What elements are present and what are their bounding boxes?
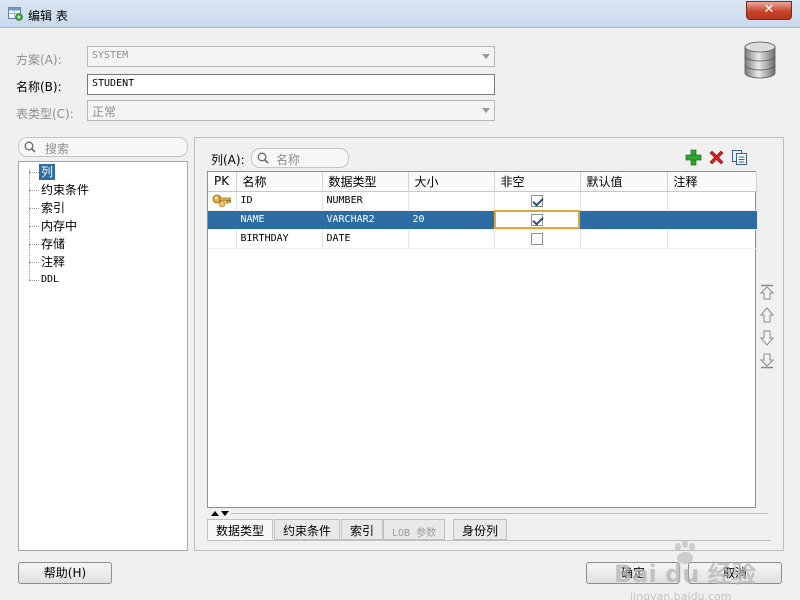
comment-cell[interactable] (667, 229, 757, 249)
primary-key-icon (212, 194, 231, 207)
collapse-arrows-icon[interactable] (209, 510, 231, 518)
nav-tree: 列 约束条件 索引 内存中 存储 注释 DDL (18, 161, 188, 551)
move-to-top-icon[interactable] (758, 283, 776, 301)
nav-item-in-memory[interactable]: 内存中 (41, 218, 77, 234)
datatype-cell[interactable]: DATE (322, 229, 409, 249)
col-header-default[interactable]: 默认值 (580, 172, 668, 192)
move-to-bottom-icon[interactable] (758, 352, 776, 370)
tree-connector (29, 208, 39, 209)
dialog-body: 方案(A): SYSTEM 名称(B): STUDENT 表类型(C): 正常 … (8, 28, 792, 600)
tree-connector (29, 190, 39, 191)
tree-connector (29, 226, 39, 227)
not-null-checkbox[interactable] (531, 195, 543, 207)
tabs-baseline (207, 540, 771, 541)
name-label: 名称(B): (16, 80, 62, 94)
pk-cell[interactable] (208, 229, 237, 249)
chevron-down-icon (482, 54, 490, 59)
col-header-comment[interactable]: 注释 (667, 172, 757, 192)
comment-cell[interactable] (667, 191, 757, 211)
copy-column-icon[interactable] (731, 149, 748, 166)
not-null-cell[interactable] (494, 229, 581, 249)
comment-cell[interactable] (667, 210, 757, 230)
watermark-url: jingyan.baidu.com (630, 590, 732, 600)
tab-datatype[interactable]: 数据类型 (207, 519, 274, 540)
nav-item-comments[interactable]: 注释 (41, 254, 65, 270)
table-type-value: 正常 (92, 105, 117, 119)
table-name-value: STUDENT (92, 78, 135, 89)
delete-column-icon[interactable] (708, 149, 725, 166)
nav-item-indexes[interactable]: 索引 (41, 200, 65, 216)
size-cell[interactable]: 20 (408, 210, 495, 230)
cancel-button[interactable]: 取消 (688, 562, 782, 584)
size-cell[interactable] (408, 229, 495, 249)
tab-lob-params: LOB 参数 (383, 519, 446, 540)
name-cell[interactable]: ID (236, 191, 323, 211)
search-icon (257, 152, 269, 164)
tab-index[interactable]: 索引 (341, 519, 384, 540)
close-icon: ✕ (763, 2, 775, 17)
nav-search-input[interactable]: 搜索 (18, 137, 188, 157)
chevron-down-icon (482, 108, 490, 113)
pk-cell[interactable] (208, 191, 237, 211)
default-cell[interactable] (580, 191, 668, 211)
name-cell[interactable]: NAME (236, 210, 323, 230)
move-down-icon[interactable] (758, 329, 776, 347)
datatype-cell[interactable]: VARCHAR2 (322, 210, 409, 230)
title-bar: 编辑 表 ✕ (0, 0, 800, 28)
ok-button[interactable]: 确定 (586, 562, 680, 584)
nav-item-storage[interactable]: 存储 (41, 236, 65, 252)
tree-guide (29, 170, 30, 280)
tree-connector (29, 172, 39, 173)
nav-item-columns[interactable]: 列 (39, 164, 56, 180)
col-header-datatype[interactable]: 数据类型 (322, 172, 409, 192)
database-icon (744, 41, 776, 79)
columns-panel: 列(A): 名称 PK 名称 数据类型 大小 非空 默认值 注释 ID NUMB… (194, 137, 784, 551)
move-up-icon[interactable] (758, 306, 776, 324)
not-null-cell[interactable] (494, 210, 581, 230)
name-cell[interactable]: BIRTHDAY (236, 229, 323, 249)
add-column-icon[interactable] (685, 149, 702, 166)
schema-select: SYSTEM (87, 46, 495, 67)
col-header-not-null[interactable]: 非空 (494, 172, 581, 192)
size-cell[interactable] (408, 191, 495, 211)
columns-toolbar: 列(A): 名称 (207, 146, 752, 170)
tree-connector (29, 280, 39, 281)
table-type-label: 表类型(C): (16, 107, 74, 121)
tab-identity-column[interactable]: 身份列 (453, 519, 508, 540)
tree-connector (29, 262, 39, 263)
schema-value: SYSTEM (92, 50, 129, 61)
window-title: 编辑 表 (28, 9, 68, 23)
table-header-row: PK 名称 数据类型 大小 非空 默认值 注释 (208, 172, 757, 192)
column-filter-input[interactable]: 名称 (251, 148, 349, 168)
pk-cell[interactable] (208, 210, 237, 230)
default-cell[interactable] (580, 229, 668, 249)
table-row[interactable]: BIRTHDAY DATE (208, 229, 757, 249)
edit-table-icon (8, 7, 23, 21)
column-filter-placeholder: 名称 (276, 153, 301, 167)
not-null-checkbox[interactable] (531, 214, 543, 226)
default-cell[interactable] (580, 210, 668, 230)
table-name-input[interactable]: STUDENT (87, 74, 495, 95)
columns-label: 列(A): (211, 153, 245, 167)
splitter[interactable] (231, 513, 768, 514)
table-type-select: 正常 (87, 100, 495, 121)
tree-connector (29, 244, 39, 245)
help-button[interactable]: 帮助(H) (18, 562, 112, 584)
close-button[interactable]: ✕ (746, 1, 792, 20)
schema-label: 方案(A): (16, 53, 62, 67)
col-header-name[interactable]: 名称 (236, 172, 323, 192)
tab-constraints[interactable]: 约束条件 (274, 519, 341, 540)
not-null-checkbox[interactable] (531, 233, 543, 245)
not-null-cell[interactable] (494, 191, 581, 211)
col-header-size[interactable]: 大小 (408, 172, 495, 192)
nav-search-placeholder: 搜索 (45, 142, 70, 156)
table-row[interactable]: ID NUMBER (208, 191, 757, 211)
table-row[interactable]: NAME VARCHAR2 20 (208, 210, 757, 230)
col-header-pk[interactable]: PK (208, 172, 237, 192)
search-icon (24, 141, 36, 153)
datatype-cell[interactable]: NUMBER (322, 191, 409, 211)
columns-table: PK 名称 数据类型 大小 非空 默认值 注释 ID NUMBER NAME V… (207, 171, 757, 508)
nav-item-ddl[interactable]: DDL (41, 272, 59, 288)
nav-item-constraints[interactable]: 约束条件 (41, 182, 89, 198)
